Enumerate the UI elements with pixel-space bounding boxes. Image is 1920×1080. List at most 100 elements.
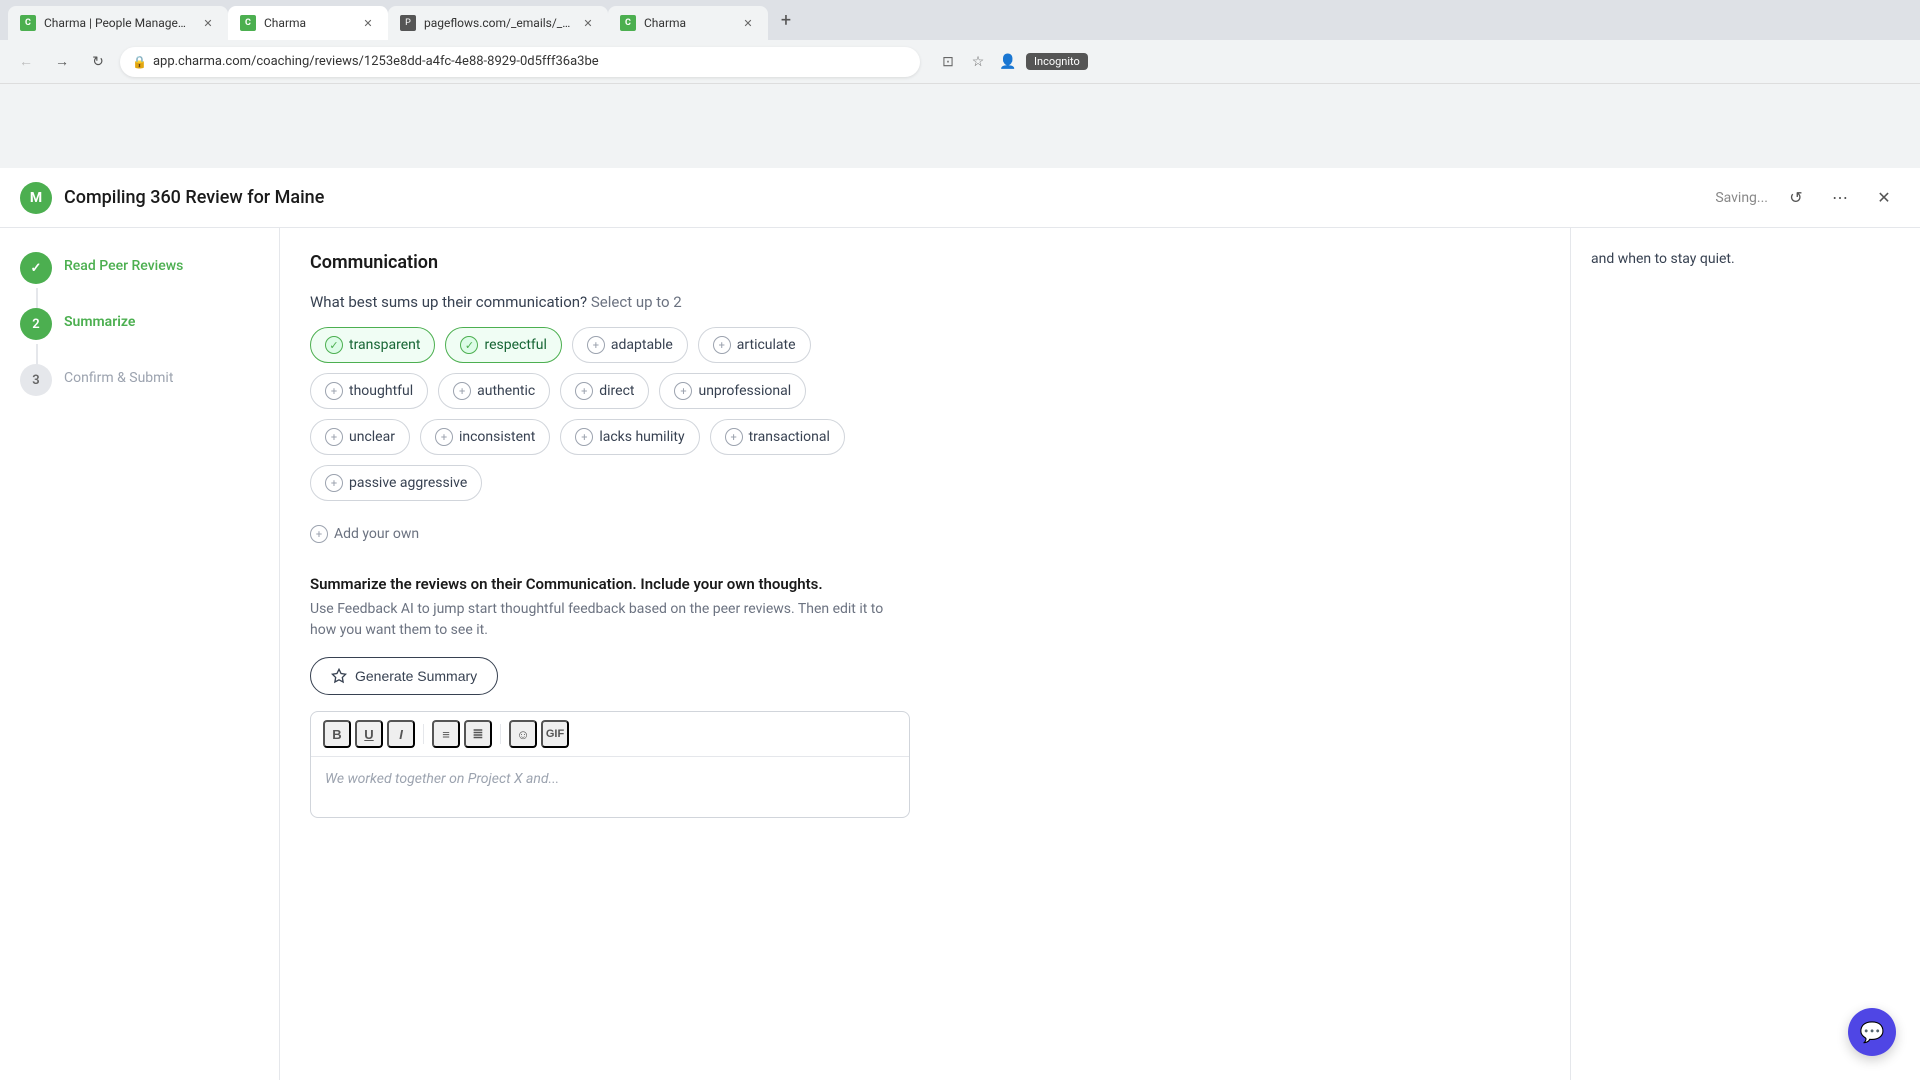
sidebar: ✓ Read Peer Reviews 2 Summarize 3 Confir… — [0, 228, 280, 1080]
tags-grid: ✓ transparent ✓ respectful + adaptable — [310, 327, 910, 501]
incognito-badge: Incognito — [1026, 53, 1088, 70]
address-bar: ← → ↻ 🔒 app.charma.com/coaching/reviews/… — [0, 40, 1920, 84]
toolbar-sep-1 — [423, 724, 424, 744]
generate-icon — [331, 668, 347, 684]
refresh-button[interactable]: ↻ — [84, 48, 112, 76]
close-button[interactable]: ✕ — [1868, 182, 1900, 214]
chip-icon-unclear: + — [325, 428, 343, 446]
bookmark-icon[interactable]: ☆ — [966, 50, 990, 74]
tag-transactional[interactable]: + transactional — [710, 419, 845, 455]
profile-icon[interactable]: 👤 — [996, 50, 1020, 74]
tab-2-favicon: C — [240, 15, 256, 31]
sidebar-step-1[interactable]: ✓ Read Peer Reviews — [20, 252, 259, 284]
tab-4-close[interactable]: ✕ — [740, 15, 756, 31]
tab-1-close[interactable]: ✕ — [200, 15, 216, 31]
tag-adaptable-label: adaptable — [611, 337, 673, 353]
chip-icon-articulate: + — [713, 336, 731, 354]
sidebar-step-3[interactable]: 3 Confirm & Submit — [20, 364, 259, 396]
main-layout: ✓ Read Peer Reviews 2 Summarize 3 Confir… — [0, 228, 1920, 1080]
app-title: Compiling 360 Review for Maine — [64, 187, 1703, 208]
question-label: What best sums up their communication? S… — [310, 293, 910, 311]
history-button[interactable]: ↺ — [1780, 182, 1812, 214]
editor-placeholder: We worked together on Project X and... — [325, 771, 559, 787]
generate-btn-label: Generate Summary — [355, 668, 477, 684]
toolbar-underline[interactable]: U — [355, 720, 383, 748]
tag-articulate[interactable]: + articulate — [698, 327, 811, 363]
url-text: app.charma.com/coaching/reviews/1253e8dd… — [153, 54, 599, 69]
tab-3-close[interactable]: ✕ — [580, 15, 596, 31]
section-title: Communication — [310, 248, 910, 273]
tag-passive-aggressive-label: passive aggressive — [349, 475, 467, 491]
tag-transparent[interactable]: ✓ transparent — [310, 327, 435, 363]
chip-icon-passive-aggressive: + — [325, 474, 343, 492]
tab-2-close[interactable]: ✕ — [360, 15, 376, 31]
app-logo: M — [20, 182, 52, 214]
tag-transparent-label: transparent — [349, 337, 420, 353]
tag-direct[interactable]: + direct — [560, 373, 649, 409]
tag-lacks-humility[interactable]: + lacks humility — [560, 419, 699, 455]
content-area: Communication What best sums up their co… — [280, 228, 940, 838]
generate-summary-button[interactable]: Generate Summary — [310, 657, 498, 695]
tag-unprofessional[interactable]: + unprofessional — [659, 373, 806, 409]
right-panel-text: and when to stay quiet. — [1591, 248, 1900, 270]
tag-unclear-label: unclear — [349, 429, 395, 445]
toolbar-bold[interactable]: B — [323, 720, 351, 748]
step-3-label: Confirm & Submit — [64, 364, 173, 386]
tag-transactional-label: transactional — [749, 429, 830, 445]
tag-adaptable[interactable]: + adaptable — [572, 327, 688, 363]
chat-bubble-button[interactable]: 💬 — [1848, 1008, 1896, 1056]
chip-icon-thoughtful: + — [325, 382, 343, 400]
header-actions: Saving... ↺ ⋯ ✕ — [1715, 182, 1900, 214]
chip-icon-adaptable: + — [587, 336, 605, 354]
chip-icon-direct: + — [575, 382, 593, 400]
editor-toolbar: B U I ≡ ≣ ☺ GIF — [311, 712, 909, 757]
toolbar-bullet-list[interactable]: ≡ — [432, 720, 460, 748]
tag-authentic[interactable]: + authentic — [438, 373, 550, 409]
url-bar[interactable]: 🔒 app.charma.com/coaching/reviews/1253e8… — [120, 47, 920, 77]
chip-icon-respectful: ✓ — [460, 336, 478, 354]
step-3-indicator: 3 — [20, 364, 52, 396]
chip-icon-transactional: + — [725, 428, 743, 446]
tab-1[interactable]: C Charma | People Management S... ✕ — [8, 6, 228, 40]
tag-inconsistent[interactable]: + inconsistent — [420, 419, 550, 455]
select-hint: Select up to 2 — [591, 293, 682, 311]
tab-3-favicon: P — [400, 15, 416, 31]
toolbar-gif[interactable]: GIF — [541, 720, 569, 748]
tab-1-title: Charma | People Management S... — [44, 16, 192, 30]
toolbar-ordered-list[interactable]: ≣ — [464, 720, 492, 748]
tag-respectful[interactable]: ✓ respectful — [445, 327, 561, 363]
chip-icon-authentic: + — [453, 382, 471, 400]
new-tab-button[interactable]: + — [772, 6, 800, 34]
tab-2[interactable]: C Charma ✕ — [228, 6, 388, 40]
tag-articulate-label: articulate — [737, 337, 796, 353]
cast-icon[interactable]: ⊡ — [936, 50, 960, 74]
editor-body[interactable]: We worked together on Project X and... — [311, 757, 909, 817]
toolbar-italic[interactable]: I — [387, 720, 415, 748]
chat-icon: 💬 — [1860, 1020, 1885, 1044]
tag-passive-aggressive[interactable]: + passive aggressive — [310, 465, 482, 501]
tag-direct-label: direct — [599, 383, 634, 399]
add-your-own-label: Add your own — [334, 526, 419, 542]
right-panel: and when to stay quiet. — [1570, 228, 1920, 1080]
forward-button[interactable]: → — [48, 48, 76, 76]
tab-4[interactable]: C Charma ✕ — [608, 6, 768, 40]
chip-icon-transparent: ✓ — [325, 336, 343, 354]
address-actions: ⊡ ☆ 👤 Incognito — [936, 50, 1088, 74]
add-your-own[interactable]: + Add your own — [310, 517, 910, 551]
more-button[interactable]: ⋯ — [1824, 182, 1856, 214]
tag-respectful-label: respectful — [484, 337, 546, 353]
tab-2-title: Charma — [264, 16, 352, 30]
step-2-label: Summarize — [64, 308, 135, 330]
tab-3-title: pageflows.com/_emails/_j7fb5... — [424, 16, 572, 30]
tag-unclear[interactable]: + unclear — [310, 419, 410, 455]
editor-container: B U I ≡ ≣ ☺ GIF We worked together on Pr… — [310, 711, 910, 818]
tab-3[interactable]: P pageflows.com/_emails/_j7fb5... ✕ — [388, 6, 608, 40]
tab-bar: C Charma | People Management S... ✕ C Ch… — [0, 0, 1920, 40]
back-button[interactable]: ← — [12, 48, 40, 76]
tab-4-title: Charma — [644, 16, 732, 30]
chip-icon-lacks-humility: + — [575, 428, 593, 446]
chip-icon-unprofessional: + — [674, 382, 692, 400]
toolbar-emoji[interactable]: ☺ — [509, 720, 537, 748]
tag-thoughtful[interactable]: + thoughtful — [310, 373, 428, 409]
sidebar-step-2[interactable]: 2 Summarize — [20, 308, 259, 340]
